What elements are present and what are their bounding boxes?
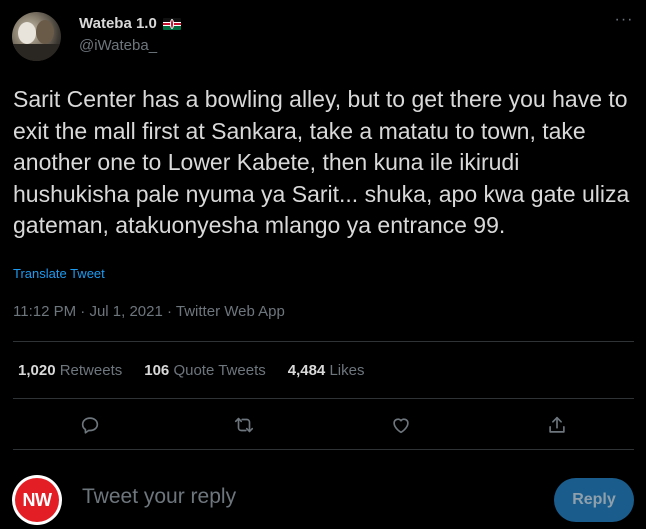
like-button[interactable] bbox=[386, 410, 416, 440]
current-user-avatar[interactable]: NW bbox=[12, 475, 62, 525]
tweet-card: Wateba 1.0 @iWateba_ ··· Sarit Center ha… bbox=[0, 0, 646, 529]
divider bbox=[13, 398, 634, 399]
tweet-text: Sarit Center has a bowling alley, but to… bbox=[13, 86, 630, 238]
likes-stat[interactable]: 4,484 Likes bbox=[288, 362, 365, 379]
author-handle[interactable]: @iWateba_ bbox=[79, 37, 157, 54]
reply-button[interactable] bbox=[75, 410, 105, 440]
translate-tweet-link[interactable]: Translate Tweet bbox=[13, 266, 105, 281]
retweet-icon bbox=[234, 417, 254, 433]
retweets-stat[interactable]: 1,020 Retweets bbox=[18, 362, 122, 379]
author-display-name[interactable]: Wateba 1.0 bbox=[79, 15, 157, 32]
share-icon bbox=[549, 416, 565, 433]
quote-tweets-stat[interactable]: 106 Quote Tweets bbox=[144, 362, 265, 379]
author-name-row: Wateba 1.0 bbox=[79, 15, 181, 32]
reply-icon bbox=[81, 417, 99, 434]
retweet-button[interactable] bbox=[229, 410, 259, 440]
meta-separator: · bbox=[162, 303, 176, 320]
reply-submit-button[interactable]: Reply bbox=[554, 478, 634, 522]
tweet-source[interactable]: Twitter Web App bbox=[176, 303, 285, 320]
retweets-count: 1,020 bbox=[18, 362, 56, 379]
reply-input[interactable] bbox=[80, 484, 484, 510]
like-icon bbox=[393, 418, 409, 434]
author-avatar[interactable] bbox=[12, 12, 61, 61]
tweet-meta: 11:12 PM · Jul 1, 2021 · Twitter Web App bbox=[13, 303, 285, 320]
tweet-date[interactable]: Jul 1, 2021 bbox=[89, 303, 162, 320]
more-options-icon[interactable]: ··· bbox=[609, 12, 639, 36]
divider bbox=[13, 449, 634, 450]
tweet-time[interactable]: 11:12 PM bbox=[13, 303, 76, 320]
quote-tweets-label: Quote Tweets bbox=[173, 362, 266, 379]
quote-tweets-count: 106 bbox=[144, 362, 170, 379]
likes-count: 4,484 bbox=[287, 362, 326, 379]
meta-separator: · bbox=[76, 303, 90, 320]
divider bbox=[13, 341, 634, 342]
retweets-label: Retweets bbox=[59, 362, 123, 379]
likes-label: Likes bbox=[329, 362, 365, 379]
avatar-initials: NW bbox=[15, 478, 59, 522]
kenya-flag-icon bbox=[162, 17, 181, 30]
share-button[interactable] bbox=[542, 410, 572, 440]
engagement-stats: 1,020 Retweets 106 Quote Tweets 4,484 Li… bbox=[18, 362, 364, 379]
